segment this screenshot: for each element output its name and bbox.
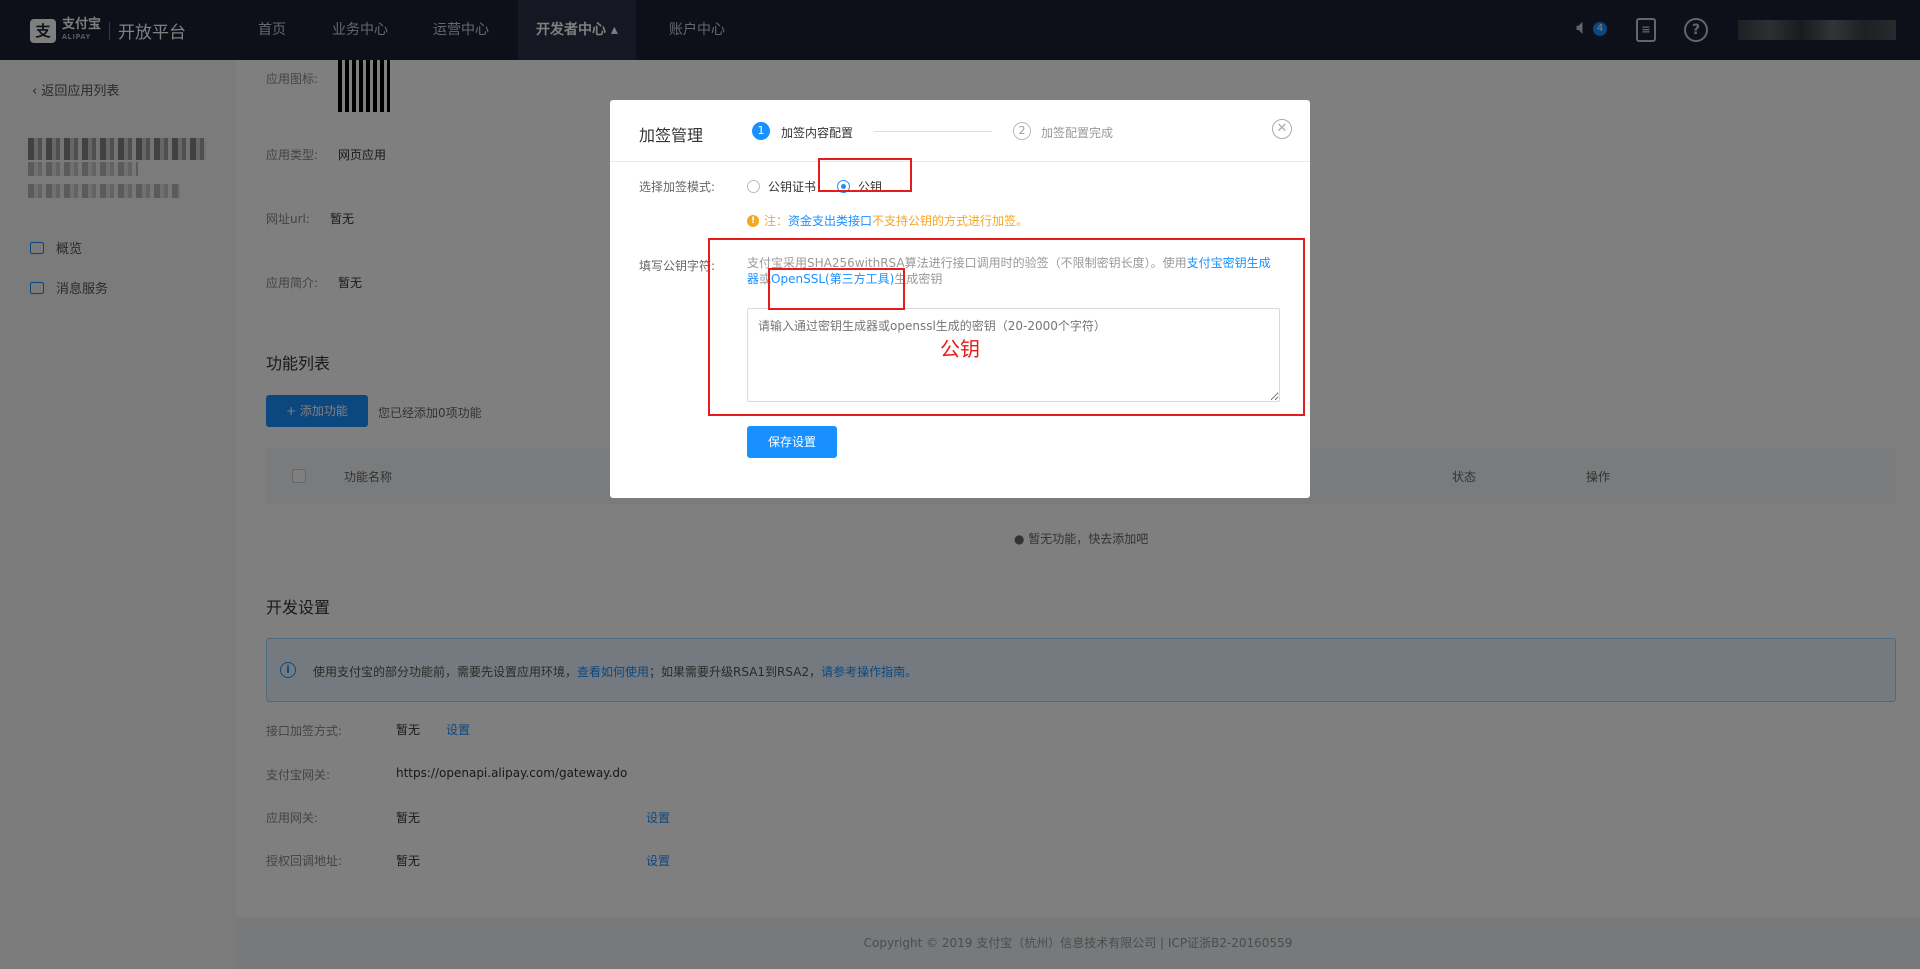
radio-public-key-cert-label[interactable]: 公钥证书: [768, 178, 816, 195]
annotation-box-openssl: [768, 268, 905, 310]
public-key-label: 填写公钥字符:: [639, 259, 716, 273]
annotation-box-textarea: [708, 238, 1305, 416]
step-1-label: 加签内容配置: [781, 126, 854, 140]
step-1-indicator: 1: [752, 122, 770, 140]
close-icon[interactable]: ✕: [1272, 119, 1292, 139]
step-2-label: 加签配置完成: [1041, 126, 1114, 140]
fund-payout-api-link[interactable]: 资金支出类接口: [788, 212, 872, 229]
save-settings-button[interactable]: 保存设置: [747, 426, 837, 458]
annotation-box-radio: [818, 158, 912, 192]
annotation-label: 公钥: [940, 337, 980, 361]
radio-public-key-cert[interactable]: [747, 180, 760, 193]
warning-note: ! 注： 资金支出类接口 不支持公钥的方式进行加签。: [747, 212, 1028, 229]
dialog-header: 加签管理 1 加签内容配置 2 加签配置完成 ✕: [610, 100, 1310, 162]
step-connector: [874, 131, 992, 132]
warning-icon: !: [747, 214, 759, 227]
dialog-title: 加签管理: [639, 126, 704, 145]
step-2-indicator: 2: [1013, 122, 1031, 140]
sign-mode-label: 选择加签模式:: [639, 180, 716, 194]
